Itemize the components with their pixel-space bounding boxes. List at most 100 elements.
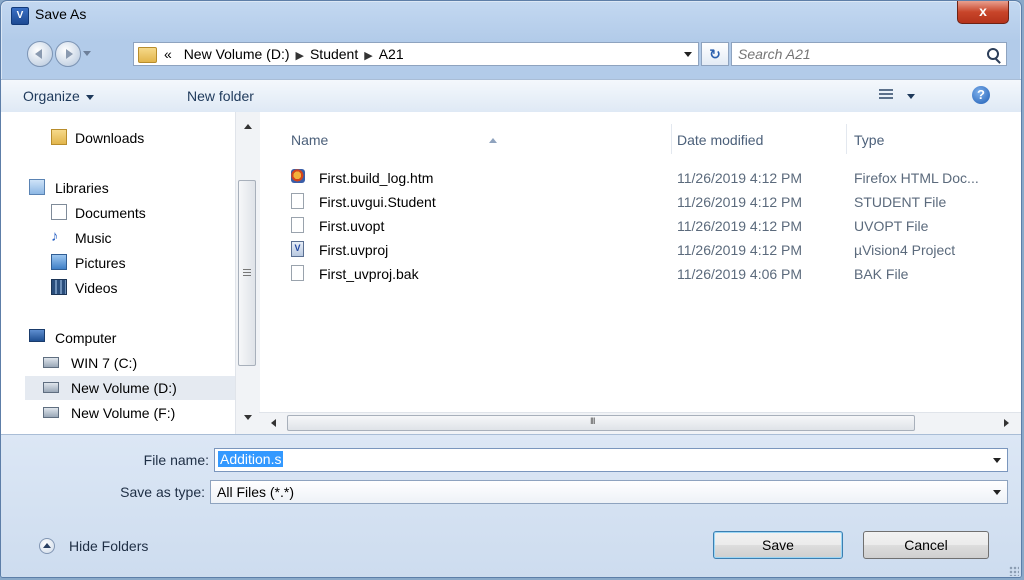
file-icon	[291, 193, 304, 209]
chevron-down-icon[interactable]	[993, 458, 1001, 463]
file-icon	[291, 265, 304, 281]
grip-icon: III	[590, 416, 595, 426]
column-header-date[interactable]: Date modified	[677, 132, 763, 148]
file-type: STUDENT File	[854, 194, 947, 210]
sidebar-item-label: Music	[75, 230, 112, 246]
videos-icon	[51, 279, 67, 295]
recent-locations-dropdown[interactable]	[83, 51, 91, 56]
save-as-type-label: Save as type:	[120, 484, 205, 500]
grip-icon	[243, 269, 251, 277]
file-list-horizontal-scrollbar[interactable]: III	[259, 412, 1021, 435]
column-header-type[interactable]: Type	[854, 132, 884, 148]
file-name: First_uvproj.bak	[319, 266, 419, 282]
sidebar-item-label: New Volume (F:)	[71, 405, 176, 421]
sidebar-item-label: Videos	[75, 280, 118, 296]
title-bar[interactable]: V Save As x	[1, 1, 1021, 29]
file-type: UVOPT File	[854, 218, 929, 234]
sidebar-item-win7-c[interactable]: WIN 7 (C:)	[25, 351, 235, 375]
address-dropdown-icon[interactable]	[684, 52, 692, 57]
file-row[interactable]: First.uvgui.Student 11/26/2019 4:12 PM S…	[291, 190, 1021, 214]
file-date: 11/26/2019 4:06 PM	[677, 266, 803, 282]
navigation-bar: « New Volume (D:) ▶ Student ▶ A21 ↻	[1, 39, 1021, 69]
file-row[interactable]: First_uvproj.bak 11/26/2019 4:06 PM BAK …	[291, 262, 1021, 286]
save-options-panel: File name: Addition.s Save as type: All …	[1, 434, 1021, 577]
scroll-left-icon[interactable]	[271, 419, 276, 427]
search-input[interactable]	[738, 45, 974, 63]
file-type: µVision4 Project	[854, 242, 956, 258]
column-divider[interactable]	[671, 124, 672, 154]
file-name-input[interactable]: Addition.s	[218, 451, 284, 467]
sidebar-item-computer[interactable]: Computer	[25, 326, 235, 350]
drive-icon	[43, 382, 59, 393]
file-row[interactable]: First.uvopt 11/26/2019 4:12 PM UVOPT Fil…	[291, 214, 1021, 238]
sidebar-item-label: Computer	[55, 330, 117, 346]
scroll-up-icon[interactable]	[244, 124, 252, 129]
breadcrumb-overflow[interactable]: «	[164, 46, 172, 62]
help-icon[interactable]: ?	[972, 86, 990, 104]
sidebar-item-libraries[interactable]: Libraries	[25, 176, 235, 200]
scrollbar-thumb[interactable]: III	[287, 415, 915, 431]
organize-button[interactable]: Organize	[23, 88, 94, 104]
save-as-type-select[interactable]: All Files (*.*)	[210, 480, 1008, 504]
sidebar-item-documents[interactable]: Documents	[25, 201, 235, 225]
address-bar[interactable]: « New Volume (D:) ▶ Student ▶ A21	[133, 42, 699, 66]
view-dropdown-icon[interactable]	[907, 94, 915, 99]
sidebar-item-new-volume-f[interactable]: New Volume (F:)	[25, 401, 235, 425]
file-name-field[interactable]: Addition.s	[214, 448, 1008, 472]
sidebar-item-new-volume-d[interactable]: New Volume (D:)	[25, 376, 235, 400]
file-date: 11/26/2019 4:12 PM	[677, 170, 803, 186]
column-divider[interactable]	[846, 124, 847, 154]
breadcrumb-separator-icon[interactable]: ▶	[296, 50, 304, 62]
file-type: Firefox HTML Doc...	[854, 170, 979, 186]
chevron-down-icon[interactable]	[993, 490, 1001, 495]
sidebar-item-videos[interactable]: Videos	[25, 276, 235, 300]
hide-folders-label: Hide Folders	[69, 538, 149, 554]
file-row[interactable]: V First.uvproj 11/26/2019 4:12 PM µVisio…	[291, 238, 1021, 262]
collapse-up-icon	[39, 538, 55, 554]
uvision-project-icon: V	[291, 241, 304, 257]
file-date: 11/26/2019 4:12 PM	[677, 242, 803, 258]
file-name: First.uvproj	[319, 242, 389, 258]
column-header-name[interactable]: Name	[291, 132, 497, 148]
navigation-vertical-scrollbar[interactable]	[235, 112, 260, 434]
forward-button[interactable]	[55, 41, 81, 67]
search-box[interactable]	[731, 42, 1007, 66]
drive-icon	[43, 357, 59, 368]
sort-ascending-icon	[489, 138, 497, 143]
sidebar-item-music[interactable]: ♪ Music	[25, 226, 235, 250]
scrollbar-thumb[interactable]	[238, 180, 256, 366]
firefox-html-icon	[291, 169, 305, 183]
sidebar-item-label: Libraries	[55, 180, 109, 196]
breadcrumb-separator-icon[interactable]: ▶	[364, 50, 372, 62]
file-row[interactable]: First.build_log.htm 11/26/2019 4:12 PM F…	[291, 166, 1021, 190]
new-folder-button[interactable]: New folder	[187, 88, 254, 104]
organize-label: Organize	[23, 88, 80, 104]
view-options-icon[interactable]	[879, 89, 893, 101]
scroll-right-icon[interactable]	[1004, 419, 1009, 427]
documents-icon	[51, 204, 67, 220]
sidebar-item-label: Documents	[75, 205, 146, 221]
file-list: Name Date modified Type First.build_log.…	[261, 112, 1021, 434]
save-as-type-value: All Files (*.*)	[217, 484, 295, 500]
save-as-dialog: V Save As x « New Volume (D:) ▶ Student ▶ A2…	[0, 0, 1022, 578]
cancel-button[interactable]: Cancel	[863, 531, 989, 559]
refresh-button[interactable]: ↻	[701, 42, 729, 66]
downloads-folder-icon	[51, 129, 67, 145]
sidebar-item-pictures[interactable]: Pictures	[25, 251, 235, 275]
back-button[interactable]	[27, 41, 53, 67]
file-name: First.build_log.htm	[319, 170, 434, 186]
drive-icon	[43, 407, 59, 418]
search-icon[interactable]	[987, 48, 999, 60]
sidebar-item-downloads[interactable]: Downloads	[25, 126, 235, 150]
window-title: Save As	[35, 6, 87, 22]
save-button[interactable]: Save	[713, 531, 843, 559]
scroll-down-icon[interactable]	[244, 415, 252, 420]
close-button[interactable]: x	[957, 1, 1009, 24]
file-date: 11/26/2019 4:12 PM	[677, 218, 803, 234]
app-icon: V	[11, 7, 29, 25]
navigation-pane: Downloads Libraries Documents ♪ Music Pi…	[25, 112, 235, 434]
breadcrumb-student[interactable]: Student	[310, 46, 358, 62]
breadcrumb-a21[interactable]: A21	[379, 46, 404, 62]
breadcrumb-new-volume-d[interactable]: New Volume (D:)	[184, 46, 290, 62]
resize-grip-icon[interactable]	[1009, 566, 1019, 576]
